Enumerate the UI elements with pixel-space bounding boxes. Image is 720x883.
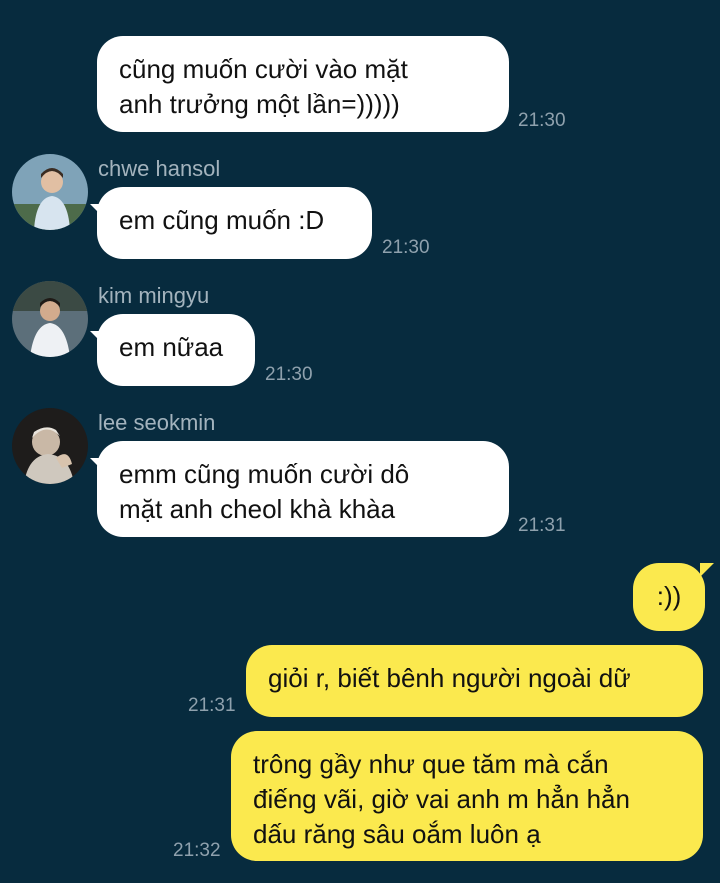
message-text-line: điếng vãi, giờ vai anh m hẳn hẳn [253, 784, 630, 814]
message-timestamp: 21:30 [518, 110, 566, 131]
sender-name: chwe hansol [98, 156, 221, 181]
avatar[interactable] [12, 408, 88, 484]
message-bubble[interactable]: em nữaa [97, 314, 255, 386]
message-bubble[interactable]: :)) [633, 563, 705, 631]
person-photo-icon [12, 154, 88, 230]
bubble-tail [90, 204, 104, 218]
bubble-tail [700, 563, 714, 577]
avatar[interactable] [12, 154, 88, 230]
message-timestamp: 21:32 [173, 840, 221, 861]
message-bubble[interactable]: cũng muốn cười vào mặt anh trưởng một lầ… [97, 36, 509, 132]
message-bubble[interactable]: em cũng muốn :D [97, 187, 372, 259]
message-text-line: :)) [656, 581, 682, 611]
person-photo-icon [12, 408, 88, 484]
message-text-line: mặt anh cheol khà khàa [119, 494, 396, 524]
message-timestamp: 21:31 [188, 695, 236, 716]
sender-name: kim mingyu [98, 283, 210, 308]
message-text-line: trông gầy như que tăm mà cắn [253, 749, 609, 779]
message-bubble[interactable]: emm cũng muốn cười dô mặt anh cheol khà … [97, 441, 509, 537]
avatar[interactable] [12, 281, 88, 357]
message-timestamp: 21:30 [265, 364, 313, 385]
message-bubble[interactable]: trông gầy như que tăm mà cắn điếng vãi, … [231, 731, 703, 861]
message-text-line: anh trưởng một lần=))))) [119, 89, 400, 119]
person-photo-icon [12, 281, 88, 357]
bubble-tail [90, 458, 104, 472]
sender-name: lee seokmin [98, 410, 216, 435]
message-timestamp: 21:30 [382, 237, 430, 258]
message-text-line: em nữaa [119, 332, 224, 362]
message-text-line: cũng muốn cười vào mặt [119, 54, 408, 84]
message-text-line: emm cũng muốn cười dô [119, 459, 410, 489]
bubble-tail [90, 331, 104, 345]
message-text-line: dấu răng sâu oắm luôn ạ [253, 819, 541, 849]
message-text-line: em cũng muốn :D [119, 205, 325, 235]
message-text-line: giỏi r, biết bênh người ngoài dữ [268, 663, 631, 693]
message-bubble[interactable]: giỏi r, biết bênh người ngoài dữ [246, 645, 703, 717]
message-timestamp: 21:31 [518, 515, 566, 536]
